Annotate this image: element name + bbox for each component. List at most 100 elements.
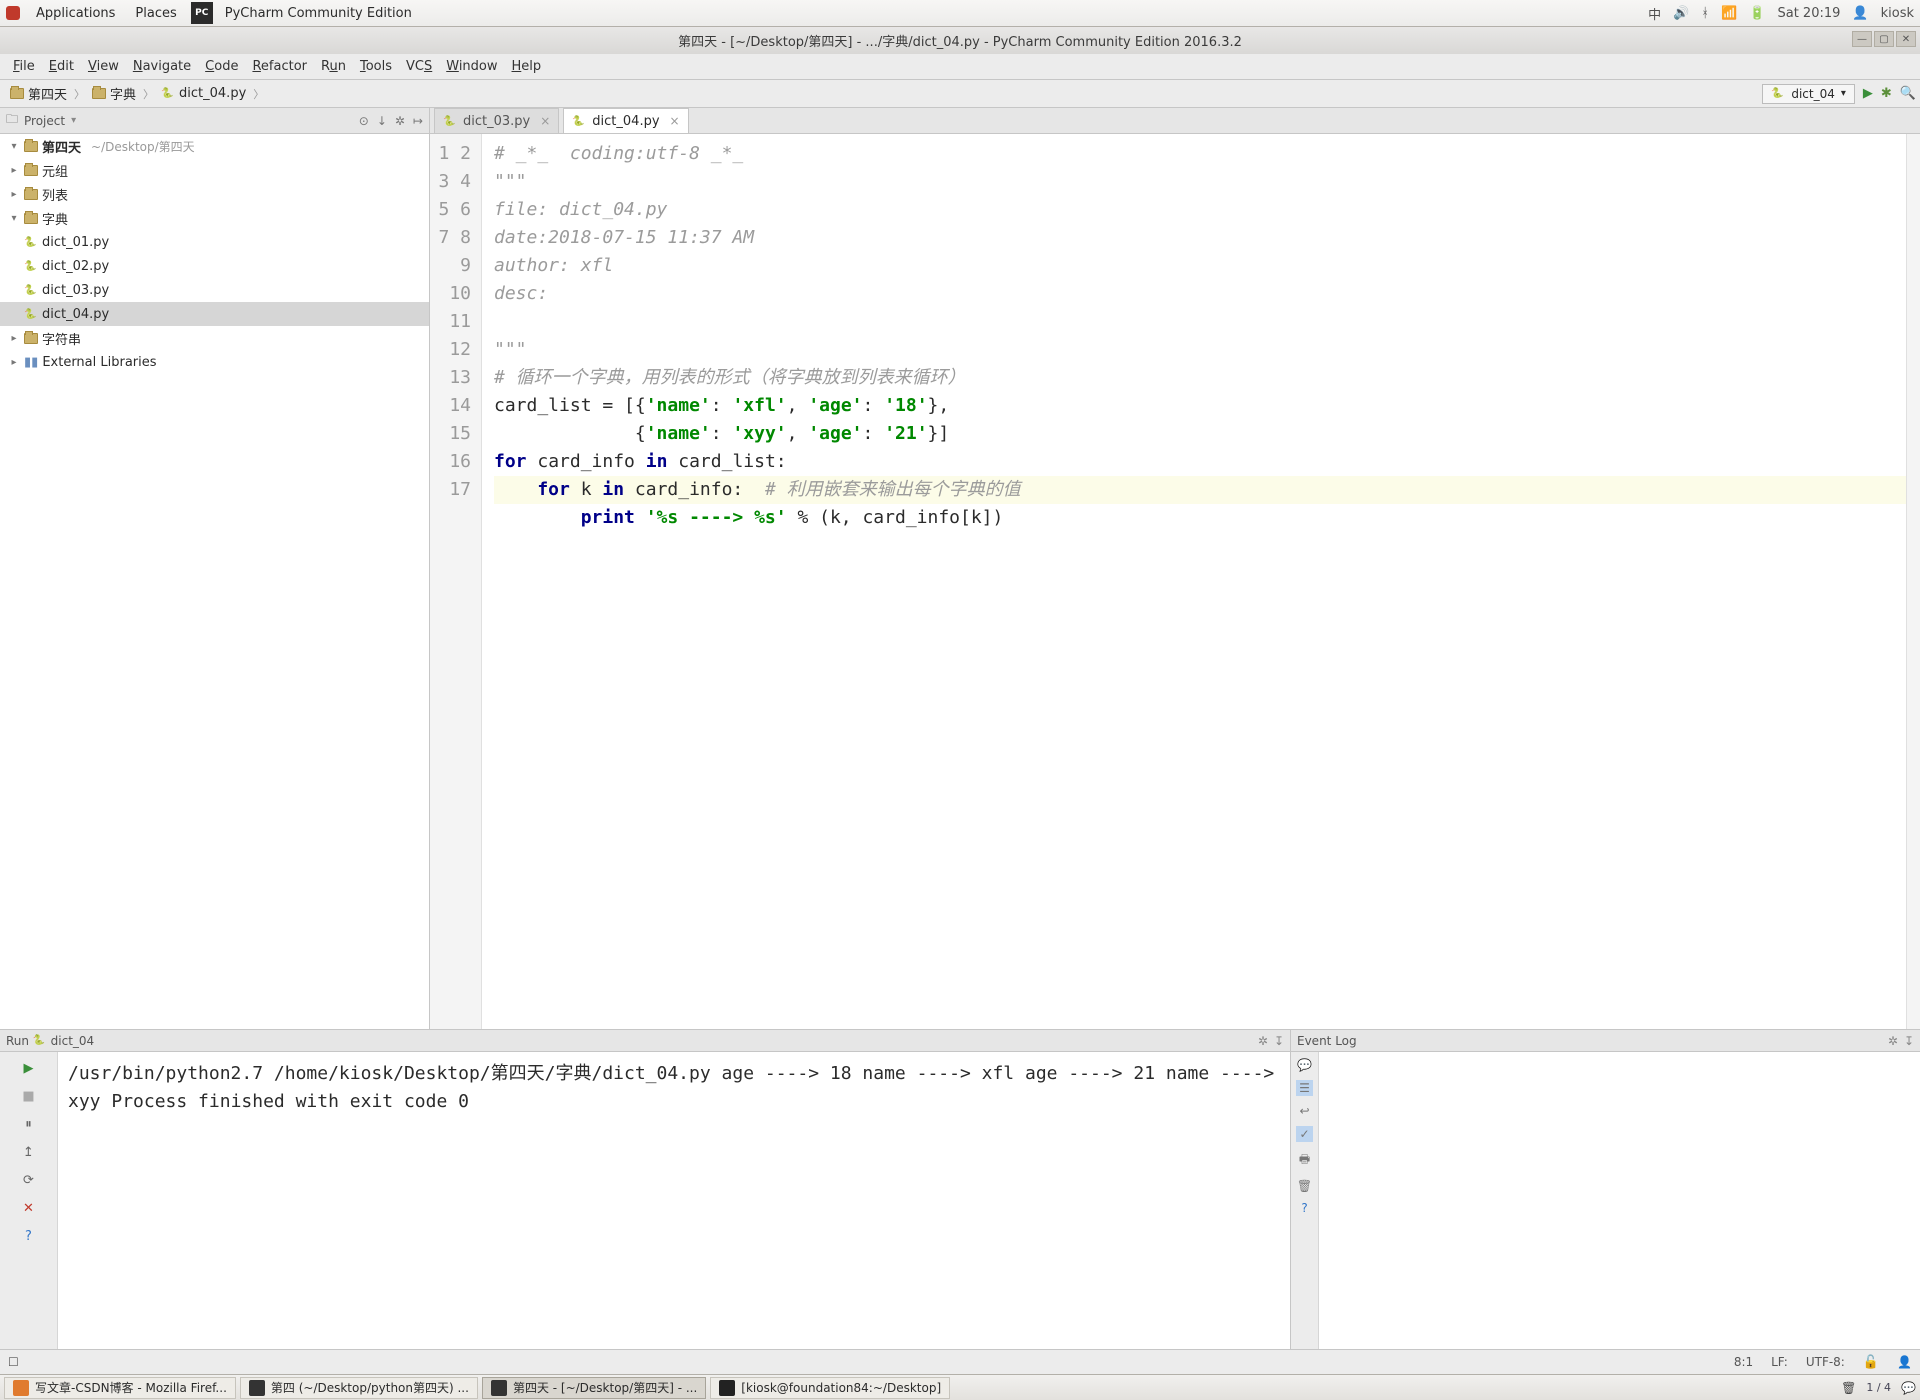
workspace-indicator[interactable]: 1 / 4 — [1866, 1381, 1891, 1394]
breadcrumb-seg-folder[interactable]: 字典 — [86, 82, 142, 105]
mark-read-icon[interactable]: ✓ — [1296, 1126, 1312, 1142]
menu-tools[interactable]: Tools — [353, 55, 399, 78]
collapse-icon[interactable]: ⊙ — [359, 114, 369, 128]
help-button[interactable]: ? — [19, 1226, 39, 1246]
stop-button[interactable]: ■ — [19, 1086, 39, 1106]
line-separator[interactable]: LF: — [1771, 1355, 1788, 1369]
breadcrumb-seg-root[interactable]: 第四天 — [4, 82, 73, 105]
user-indicator-icon[interactable]: 👤 — [1852, 6, 1868, 21]
menu-window[interactable]: Window — [439, 55, 504, 78]
restore-button[interactable]: ⟳ — [19, 1170, 39, 1190]
close-run-button[interactable]: ✕ — [19, 1198, 39, 1218]
tree-file[interactable]: 🐍dict_02.py — [0, 254, 429, 278]
close-icon[interactable]: × — [540, 114, 550, 128]
hide-icon[interactable]: ↦ — [413, 114, 423, 128]
scroll-to-source-icon[interactable]: ↓ — [377, 114, 387, 128]
menu-run[interactable]: Run — [314, 55, 353, 78]
hide-icon[interactable]: ↧ — [1274, 1034, 1284, 1048]
minimize-button[interactable]: — — [1852, 31, 1872, 47]
pause-button[interactable]: ⏸ — [19, 1114, 39, 1134]
tree-root[interactable]: ▾第四天~/Desktop/第四天 — [0, 134, 429, 158]
maximize-button[interactable]: ▢ — [1874, 31, 1894, 47]
menu-view[interactable]: View — [81, 55, 126, 78]
menu-edit[interactable]: Edit — [42, 55, 81, 78]
gear-icon[interactable]: ✲ — [1258, 1034, 1268, 1048]
gear-icon[interactable]: ✲ — [1888, 1034, 1898, 1048]
volume-icon[interactable]: 🔊 — [1673, 6, 1689, 21]
task-pycharm-active[interactable]: 第四天 - [~/Desktop/第四天] - ... — [482, 1377, 706, 1399]
tree-file-selected[interactable]: 🐍dict_04.py — [0, 302, 429, 326]
pycharm-taskicon[interactable]: PC — [191, 2, 213, 24]
menu-code[interactable]: Code — [198, 55, 245, 78]
breadcrumb-seg-file[interactable]: 🐍dict_04.py — [155, 84, 252, 103]
gnome-applications-menu[interactable]: Applications — [28, 2, 123, 25]
folder-icon — [24, 165, 38, 176]
wifi-icon[interactable]: 📶 — [1721, 6, 1737, 21]
python-file-icon: 🐍 — [24, 259, 38, 273]
tree-folder-list[interactable]: ▸列表 — [0, 182, 429, 206]
run-button[interactable]: ▶ — [1863, 86, 1873, 101]
hide-icon[interactable]: ↧ — [1904, 1034, 1914, 1048]
soft-wrap-icon[interactable]: ↩ — [1299, 1104, 1309, 1118]
main-menu-bar: File Edit View Navigate Code Refactor Ru… — [0, 54, 1920, 80]
tree-file[interactable]: 🐍dict_01.py — [0, 230, 429, 254]
cursor-position[interactable]: 8:1 — [1734, 1355, 1753, 1369]
rerun-button[interactable]: ▶ — [19, 1058, 39, 1078]
user-name[interactable]: kiosk — [1881, 6, 1914, 21]
task-terminal[interactable]: [kiosk@foundation84:~/Desktop] — [710, 1377, 950, 1399]
tab-dict03[interactable]: 🐍dict_03.py× — [434, 108, 559, 133]
chevron-down-icon: ▾ — [71, 115, 76, 126]
task-firefox[interactable]: 写文章-CSDN博客 - Mozilla Firef... — [4, 1377, 236, 1399]
select-icon[interactable]: ☰ — [1296, 1080, 1313, 1096]
menu-file[interactable]: File — [6, 55, 42, 78]
run-panel-header[interactable]: Run 🐍 dict_04 ✲↧ — [0, 1030, 1290, 1052]
menu-refactor[interactable]: Refactor — [245, 55, 314, 78]
menu-help[interactable]: Help — [505, 55, 549, 78]
tree-external-libraries[interactable]: ▸▮▮External Libraries — [0, 350, 429, 374]
tree-folder-tuple[interactable]: ▸元组 — [0, 158, 429, 182]
trash-icon[interactable]: 🗑 — [1297, 1179, 1312, 1193]
run-config-selector[interactable]: 🐍 dict_04 ▾ — [1762, 84, 1855, 104]
run-output[interactable]: /usr/bin/python2.7 /home/kiosk/Desktop/第… — [58, 1052, 1290, 1349]
gear-icon[interactable]: ✲ — [395, 114, 405, 128]
balloon-icon[interactable]: 💬 — [1297, 1058, 1312, 1072]
tree-folder-dict[interactable]: ▾字典 — [0, 206, 429, 230]
up-button[interactable]: ↥ — [19, 1142, 39, 1162]
trash-icon[interactable]: 🗑 — [1841, 1381, 1856, 1395]
print-icon[interactable]: 🖶 — [1299, 1150, 1310, 1171]
chevron-right-icon: 〉 — [73, 86, 86, 102]
project-icon: 🗀 — [6, 110, 18, 131]
search-button[interactable]: 🔍 — [1900, 86, 1916, 101]
hector-icon[interactable]: 👤 — [1897, 1355, 1912, 1369]
menu-navigate[interactable]: Navigate — [126, 55, 198, 78]
tab-dict04[interactable]: 🐍dict_04.py× — [563, 108, 688, 133]
tree-file[interactable]: 🐍dict_03.py — [0, 278, 429, 302]
run-toolbar: ▶ ■ ⏸ ↥ ⟳ ✕ ? — [0, 1052, 58, 1349]
task-pycharm-other[interactable]: 第四 (~/Desktop/python第四天) ... — [240, 1377, 478, 1399]
ime-indicator-icon[interactable]: 中 — [1648, 4, 1661, 23]
help-icon[interactable]: ? — [1301, 1201, 1307, 1215]
gnome-places-menu[interactable]: Places — [127, 2, 184, 25]
status-hint-icon[interactable]: ☐ — [8, 1355, 19, 1369]
bluetooth-icon[interactable]: ᚼ — [1701, 6, 1709, 21]
close-button[interactable]: ✕ — [1896, 31, 1916, 47]
tree-folder-str[interactable]: ▸字符串 — [0, 326, 429, 350]
debug-button[interactable]: ✱ — [1881, 86, 1892, 101]
clock[interactable]: Sat 20:19 — [1777, 6, 1840, 21]
lock-icon[interactable]: 🔓 — [1863, 1355, 1879, 1370]
project-panel-header[interactable]: 🗀 Project ▾ ⊙ ↓ ✲ ↦ — [0, 108, 429, 134]
code-editor[interactable]: 1 2 3 4 5 6 7 8 9 10 11 12 13 14 15 16 1… — [430, 134, 1920, 1029]
menu-vcs[interactable]: VCS — [399, 55, 439, 78]
file-encoding[interactable]: UTF-8: — [1806, 1355, 1845, 1369]
python-file-icon: 🐍 — [572, 114, 586, 128]
close-icon[interactable]: × — [670, 114, 680, 128]
gnome-active-app[interactable]: PyCharm Community Edition — [217, 2, 420, 25]
battery-icon[interactable]: 🔋 — [1749, 6, 1765, 21]
event-log-header[interactable]: Event Log ✲↧ — [1291, 1030, 1920, 1052]
notification-icon[interactable]: 💬 — [1901, 1381, 1916, 1395]
code-content[interactable]: # _*_ coding:utf-8 _*_ """ file: dict_04… — [482, 134, 1906, 1029]
project-panel: 🗀 Project ▾ ⊙ ↓ ✲ ↦ ▾第四天~/Desktop/第四天 ▸元… — [0, 108, 430, 1029]
gnome-taskbar: 写文章-CSDN博客 - Mozilla Firef... 第四 (~/Desk… — [0, 1374, 1920, 1400]
event-log-toolbar: 💬 ☰ ↩ ✓ 🖶 🗑 ? — [1291, 1052, 1319, 1349]
project-tree[interactable]: ▾第四天~/Desktop/第四天 ▸元组 ▸列表 ▾字典 🐍dict_01.p… — [0, 134, 429, 1029]
